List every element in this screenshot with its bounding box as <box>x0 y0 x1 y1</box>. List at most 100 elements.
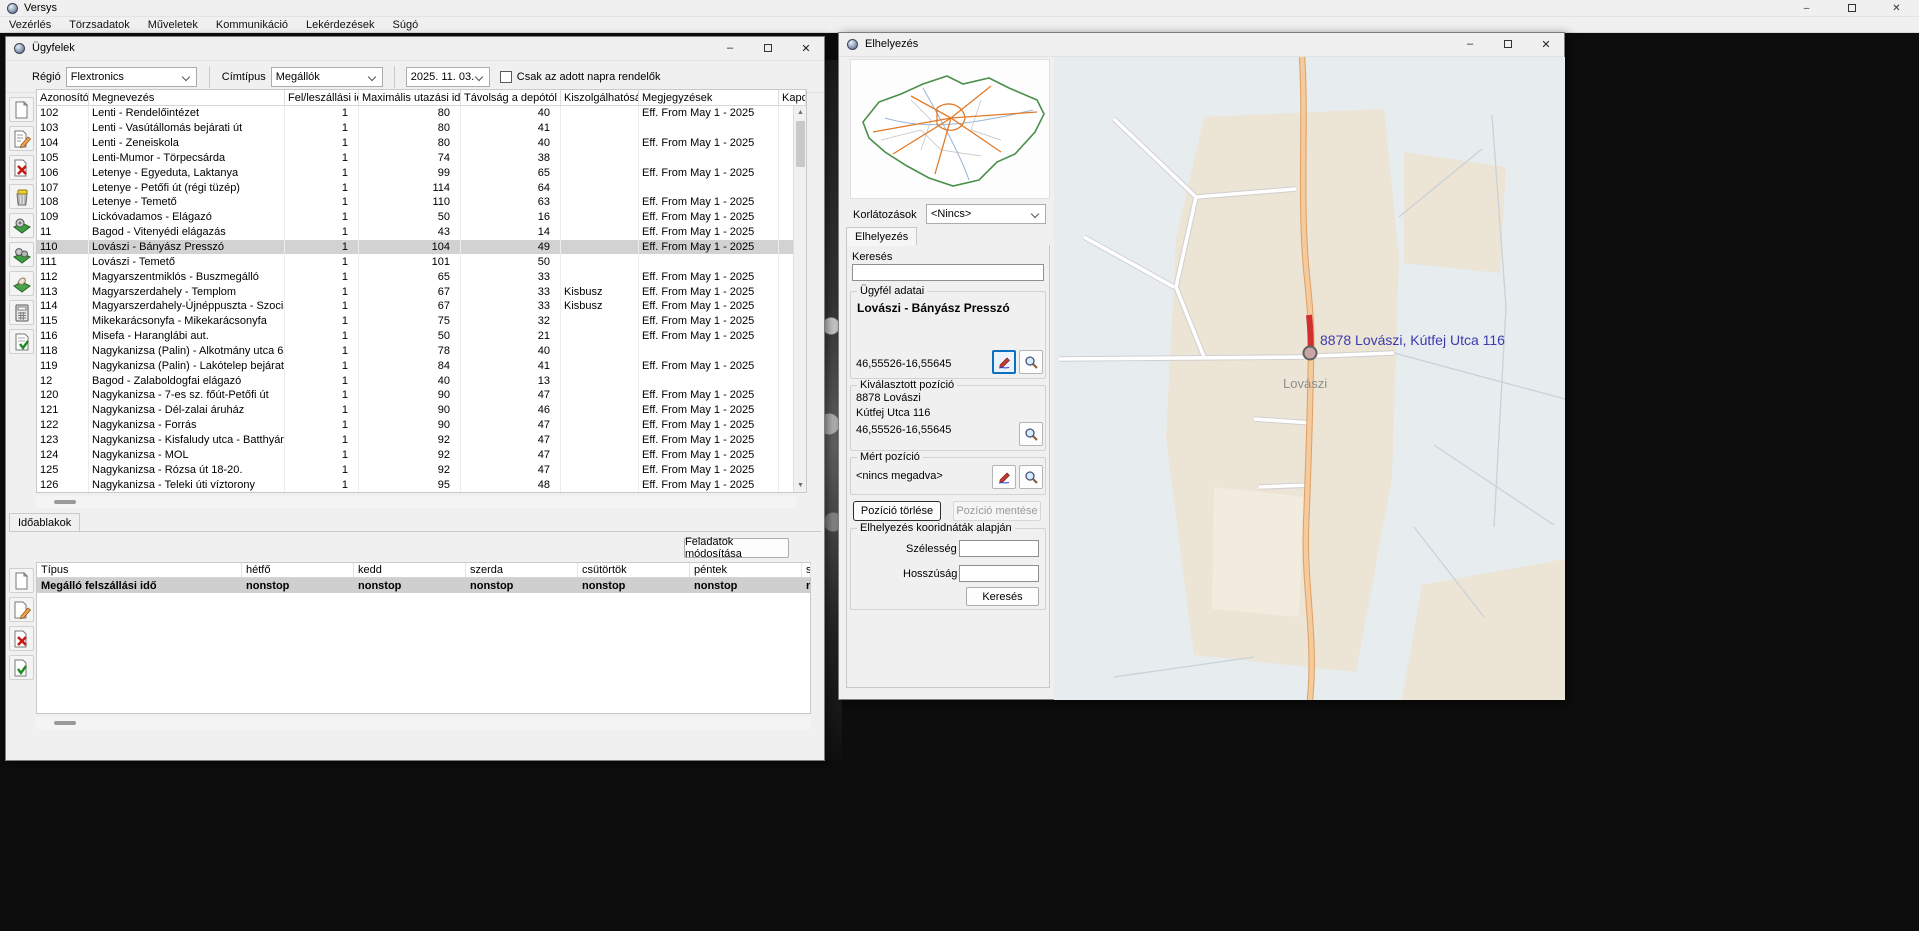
timewindow-hscrollbar[interactable] <box>36 717 811 729</box>
only-day-checkbox[interactable] <box>500 71 512 83</box>
region-select[interactable]: Flextronics <box>66 67 197 87</box>
tw-delete-button[interactable] <box>9 626 34 651</box>
table-row[interactable]: 125 Nagykanizsa - Rózsa út 18-20. 1 92 4… <box>37 462 795 477</box>
korlatozasok-select[interactable]: <Nincs> <box>926 204 1046 224</box>
table-row[interactable]: 121 Nagykanizsa - Dél-zalai áruház 1 90 … <box>37 403 795 418</box>
menu-kommunikacio[interactable]: Kommunikáció <box>207 19 297 31</box>
scrollbar-thumb[interactable] <box>54 721 76 725</box>
table-row[interactable]: 123 Nagykanizsa - Kisfaludy utca - Batth… <box>37 433 795 448</box>
ugyfelek-titlebar[interactable]: Ügyfelek – ✕ <box>6 37 824 61</box>
col-max-utazas[interactable]: Maximális utazási idő <box>359 90 461 105</box>
col-pentek[interactable]: péntek <box>690 563 802 577</box>
menu-sugo[interactable]: Súgó <box>384 19 428 31</box>
scroll-down-icon[interactable]: ▼ <box>794 479 807 492</box>
table-row[interactable]: 109 Lickóvadamos - Elágazó 1 50 16 Eff. … <box>37 210 795 225</box>
tw-edit-button[interactable] <box>9 597 34 622</box>
col-azonosito[interactable]: Azonosító <box>37 90 89 105</box>
table-row[interactable]: 119 Nagykanizsa (Palin) - Lakótelep bejá… <box>37 358 795 373</box>
scrollbar-thumb[interactable] <box>54 500 76 504</box>
edit-measured-button[interactable] <box>992 465 1016 489</box>
table-row[interactable]: 104 Lenti - Zeneiskola 1 80 40 Eff. From… <box>37 136 795 151</box>
table-row[interactable]: 118 Nagykanizsa (Palin) - Alkotmány utca… <box>37 344 795 359</box>
table-row[interactable]: 124 Nagykanizsa - MOL 1 92 47 Eff. From … <box>37 447 795 462</box>
table-row[interactable]: 110 Lovászi - Bányász Presszó 1 104 49 E… <box>37 240 795 255</box>
col-tavolsag[interactable]: Távolság a depótól <box>461 90 561 105</box>
board-gear-button[interactable] <box>9 213 34 238</box>
close-button[interactable]: ✕ <box>1538 36 1554 52</box>
calculator-button[interactable] <box>9 300 34 325</box>
locate-customer-button[interactable] <box>1019 350 1043 374</box>
coord-search-button[interactable]: Keresés <box>966 587 1039 606</box>
table-row[interactable]: 112 Magyarszentmiklós - Buszmegálló 1 65… <box>37 269 795 284</box>
menu-muveletek[interactable]: Műveletek <box>139 19 207 31</box>
locate-measured-button[interactable] <box>1019 465 1043 489</box>
col-fel-leszallas[interactable]: Fel/leszállási idő <box>285 90 359 105</box>
customer-table-hscrollbar[interactable] <box>36 496 796 508</box>
customer-table-vscrollbar[interactable]: ▲ ▼ <box>793 106 806 492</box>
delete-record-button[interactable] <box>9 155 34 180</box>
table-row[interactable]: 116 Misefa - Haranglábi aut. 1 50 21 Eff… <box>37 329 795 344</box>
latitude-input[interactable] <box>959 540 1039 557</box>
board-hand-button[interactable] <box>9 271 34 296</box>
menu-torzsadatok[interactable]: Törzsadatok <box>60 19 139 31</box>
app-minimize-button[interactable]: – <box>1784 0 1829 16</box>
table-row[interactable]: 115 Mikekarácsonyfa - Mikekarácsonyfa 1 … <box>37 314 795 329</box>
tw-new-button[interactable] <box>9 568 34 593</box>
search-input[interactable] <box>852 264 1044 281</box>
table-row[interactable]: 102 Lenti - Rendelőintézet 1 80 40 Eff. … <box>37 106 795 121</box>
col-megnevezes[interactable]: Megnevezés <box>89 90 285 105</box>
minimize-button[interactable]: – <box>722 40 738 56</box>
timewindow-row[interactable]: Megálló felszállási idő nonstop nonstop … <box>37 578 810 593</box>
table-row[interactable]: 105 Lenti-Mumor - Törpecsárda 1 74 38 <box>37 151 795 166</box>
notebook-check-button[interactable] <box>9 329 34 354</box>
menu-vezerles[interactable]: Vezérlés <box>0 19 60 31</box>
map-canvas[interactable]: 8878 Lovászi, Kútfej Utca 116 Lovászi <box>1054 57 1565 700</box>
col-szerda[interactable]: szerda <box>466 563 578 577</box>
cimtipus-select[interactable]: Megállók <box>271 67 383 87</box>
table-row[interactable]: 107 Letenye - Petőfi út (régi tüzép) 1 1… <box>37 180 795 195</box>
table-row[interactable]: 103 Lenti - Vasútállomás bejárati út 1 8… <box>37 121 795 136</box>
col-kapcs[interactable]: Kapcs <box>779 90 806 105</box>
date-select[interactable]: 2025. 11. 03. <box>406 67 490 87</box>
table-row[interactable]: 106 Letenye - Egyeduta, Laktanya 1 99 65… <box>37 165 795 180</box>
app-close-button[interactable]: ✕ <box>1874 0 1919 16</box>
menu-lekerdezesek[interactable]: Lekérdezések <box>297 19 384 31</box>
table-row[interactable]: 120 Nagykanizsa - 7-es sz. főút-Petőfi ú… <box>37 388 795 403</box>
minimize-button[interactable]: – <box>1462 36 1478 52</box>
table-row[interactable]: 12 Bagod - Zalaboldogfai elágazó 1 40 13 <box>37 373 795 388</box>
scrollbar-thumb[interactable] <box>796 121 805 167</box>
col-megjegyzesek[interactable]: Megjegyzések <box>639 90 779 105</box>
pozicio-mentese-button[interactable]: Pozíció mentése <box>953 501 1041 521</box>
new-record-button[interactable] <box>9 97 34 122</box>
board-gears-button[interactable] <box>9 242 34 267</box>
trash-button[interactable] <box>9 184 34 209</box>
app-restore-button[interactable] <box>1829 0 1874 16</box>
col-kedd[interactable]: kedd <box>354 563 466 577</box>
col-csutortok[interactable]: csütörtök <box>578 563 690 577</box>
table-row[interactable]: 11 Bagod - Vitenyédi elágazás 1 43 14 Ef… <box>37 225 795 240</box>
col-hetfo[interactable]: hétfő <box>242 563 354 577</box>
table-row[interactable]: 111 Lovászi - Temető 1 101 50 <box>37 254 795 269</box>
close-button[interactable]: ✕ <box>798 40 814 56</box>
pozicio-torlese-button[interactable]: Pozíció törlése <box>853 501 941 521</box>
edit-record-button[interactable] <box>9 126 34 151</box>
table-row[interactable]: 108 Letenye - Temető 1 110 63 Eff. From … <box>37 195 795 210</box>
table-row[interactable]: 114 Magyarszerdahely-Újnéppuszta - Szoci… <box>37 299 795 314</box>
tw-apply-button[interactable] <box>9 655 34 680</box>
scroll-up-icon[interactable]: ▲ <box>794 106 807 119</box>
hungary-overview-map[interactable] <box>850 59 1050 199</box>
col-kiszolgalhatosag[interactable]: Kiszolgálhatósági tulajdonsá <box>561 90 639 105</box>
col-tipus[interactable]: Típus <box>37 563 242 577</box>
maximize-button[interactable] <box>1500 36 1516 52</box>
table-row[interactable]: 126 Nagykanizsa - Teleki úti víztorony 1… <box>37 477 795 492</box>
tab-elhelyezes[interactable]: Elhelyezés <box>846 227 917 245</box>
maximize-button[interactable] <box>760 40 776 56</box>
table-row[interactable]: 122 Nagykanizsa - Forrás 1 90 47 Eff. Fr… <box>37 418 795 433</box>
table-row[interactable]: 113 Magyarszerdahely - Templom 1 67 33 K… <box>37 284 795 299</box>
edit-position-button[interactable] <box>992 350 1016 374</box>
feladatok-modositasa-button[interactable]: Feladatok módosítása <box>684 538 789 558</box>
locate-selected-button[interactable] <box>1019 422 1043 446</box>
col-szombat[interactable]: szomb <box>802 563 811 577</box>
elhelyezes-titlebar[interactable]: Elhelyezés – ✕ <box>839 33 1564 57</box>
longitude-input[interactable] <box>959 565 1039 582</box>
